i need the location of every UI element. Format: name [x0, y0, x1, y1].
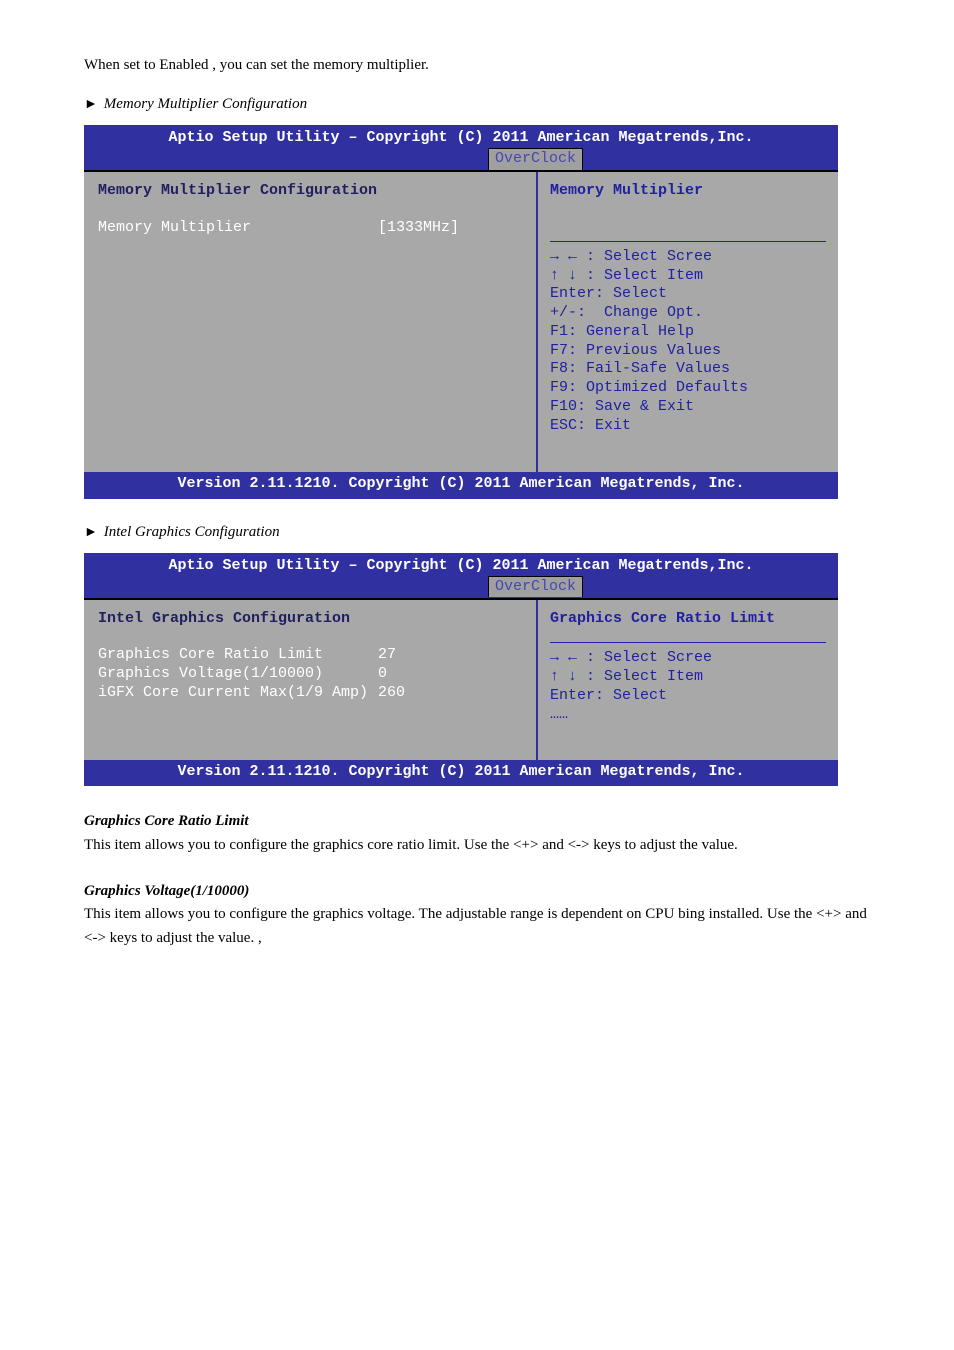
- key-hint-select-screen: → ← : Select Scree: [550, 649, 826, 668]
- bios-option-graphics-voltage[interactable]: Graphics Voltage(1/10000) 0: [98, 665, 522, 684]
- body-heading-graphics-voltage: Graphics Voltage(1/10000): [84, 880, 870, 903]
- bios-help-panel: Memory Multiplier → ← : Select Scree ↑ ↓…: [538, 172, 838, 472]
- bios-option-label: iGFX Core Current Max(1/9 Amp): [98, 684, 378, 703]
- bios-title-bar: Aptio Setup Utility – Copyright (C) 2011…: [84, 125, 838, 148]
- bios-screenshot-intel-graphics: Aptio Setup Utility – Copyright (C) 2011…: [84, 553, 838, 787]
- key-hint-esc: ESC: Exit: [550, 417, 826, 436]
- triangle-right-icon: ►: [84, 523, 100, 539]
- heading-text: Intel Graphics Configuration: [104, 524, 280, 540]
- bios-help-panel: Graphics Core Ratio Limit → ← : Select S…: [538, 600, 838, 760]
- key-hint-enter: Enter: Select: [550, 687, 826, 706]
- key-hint-select-screen: → ← : Select Scree: [550, 248, 826, 267]
- bios-option-value: 0: [378, 665, 522, 684]
- bios-tab-overclock[interactable]: OverClock: [488, 576, 583, 598]
- heading-text: Memory Multiplier Configuration: [104, 96, 307, 112]
- bios-help-divider: [550, 241, 826, 242]
- bios-left-panel: Memory Multiplier Configuration Memory M…: [84, 172, 538, 472]
- bios-footer: Version 2.11.1210. Copyright (C) 2011 Am…: [84, 760, 838, 787]
- intro-text: When set to Enabled , you can set the me…: [84, 54, 870, 77]
- triangle-right-icon: ►: [84, 95, 100, 111]
- bios-option-memory-multiplier[interactable]: Memory Multiplier [1333MHz]: [98, 219, 522, 238]
- body-text-graphics-core-ratio: This item allows you to configure the gr…: [84, 834, 870, 857]
- bios-option-igfx-current-max[interactable]: iGFX Core Current Max(1/9 Amp) 260: [98, 684, 522, 703]
- bios-tab-overclock[interactable]: OverClock: [488, 148, 583, 170]
- key-hint-f9: F9: Optimized Defaults: [550, 379, 826, 398]
- bios-option-value: [1333MHz]: [378, 219, 522, 238]
- bios-option-graphics-core-ratio[interactable]: Graphics Core Ratio Limit 27: [98, 646, 522, 665]
- key-hint-enter: Enter: Select: [550, 285, 826, 304]
- bios-option-label: Graphics Core Ratio Limit: [98, 646, 378, 665]
- bios-left-panel: Intel Graphics Configuration Graphics Co…: [84, 600, 538, 760]
- bios-option-label: Graphics Voltage(1/10000): [98, 665, 378, 684]
- bios-section-title: Memory Multiplier Configuration: [98, 182, 522, 201]
- bios-option-label: Memory Multiplier: [98, 219, 378, 238]
- heading-intel-graphics-config: ► Intel Graphics Configuration: [84, 523, 870, 541]
- bios-screenshot-memory-multiplier: Aptio Setup Utility – Copyright (C) 2011…: [84, 125, 838, 499]
- bios-tab-row: OverClock: [84, 148, 838, 170]
- bios-section-title: Intel Graphics Configuration: [98, 610, 522, 629]
- key-hint-f8: F8: Fail-Safe Values: [550, 360, 826, 379]
- bios-option-value: 260: [378, 684, 522, 703]
- key-hint-f7: F7: Previous Values: [550, 342, 826, 361]
- key-hint-f1: F1: General Help: [550, 323, 826, 342]
- bios-tab-row: OverClock: [84, 576, 838, 598]
- key-hint-more: ……: [550, 706, 826, 725]
- key-hint-f10: F10: Save & Exit: [550, 398, 826, 417]
- body-heading-graphics-core-ratio: Graphics Core Ratio Limit: [84, 810, 870, 833]
- bios-footer: Version 2.11.1210. Copyright (C) 2011 Am…: [84, 472, 838, 499]
- key-hint-select-item: ↑ ↓ : Select Item: [550, 267, 826, 286]
- bios-help-title: Memory Multiplier: [550, 182, 826, 201]
- key-hint-select-item: ↑ ↓ : Select Item: [550, 668, 826, 687]
- heading-memory-multiplier-config: ► Memory Multiplier Configuration: [84, 95, 870, 113]
- bios-option-value: 27: [378, 646, 522, 665]
- bios-help-title: Graphics Core Ratio Limit: [550, 610, 826, 629]
- bios-title-bar: Aptio Setup Utility – Copyright (C) 2011…: [84, 553, 838, 576]
- key-hint-change-opt: +/-: Change Opt.: [550, 304, 826, 323]
- body-text-graphics-voltage: This item allows you to configure the gr…: [84, 903, 870, 950]
- bios-help-divider: [550, 642, 826, 643]
